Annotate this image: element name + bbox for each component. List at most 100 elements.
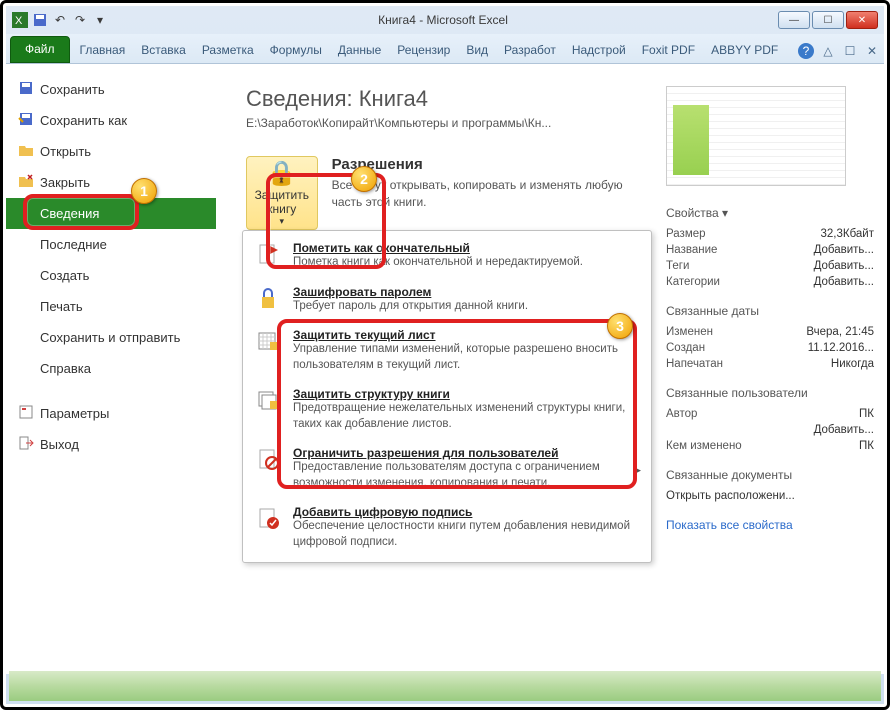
menu-protect-sheet-desc: Управление типами изменений, которые раз… bbox=[293, 342, 639, 373]
tab-home[interactable]: Главная bbox=[72, 38, 134, 63]
menu-mark-final-desc: Пометка книги как окончательной и нереда… bbox=[293, 255, 583, 271]
restrict-icon bbox=[255, 446, 283, 474]
prop-printed-val: Никогда bbox=[831, 358, 874, 370]
encrypt-icon bbox=[255, 285, 283, 313]
info-heading: Сведения: Книга4 bbox=[246, 86, 654, 112]
tab-data[interactable]: Данные bbox=[330, 38, 389, 63]
excel-app-icon: X bbox=[12, 12, 28, 28]
protect-workbook-button[interactable]: 🔒 Защитить книгу ▾ bbox=[246, 156, 318, 230]
ribbon-tabs: Файл Главная Вставка Разметка Формулы Да… bbox=[6, 34, 884, 64]
tab-abbyy[interactable]: ABBYY PDF bbox=[703, 38, 786, 63]
nav-exit[interactable]: Выход bbox=[6, 429, 216, 460]
menu-protect-sheet[interactable]: Защитить текущий листУправление типами и… bbox=[245, 322, 649, 381]
menu-protect-sheet-title: Защитить текущий лист bbox=[293, 328, 639, 342]
menu-mark-final[interactable]: Пометить как окончательныйПометка книги … bbox=[245, 235, 649, 279]
prop-modified-val: Вчера, 21:45 bbox=[806, 326, 874, 338]
close-button[interactable]: ✕ bbox=[846, 11, 878, 29]
menu-restrict-desc: Предоставление пользователям доступа с о… bbox=[293, 460, 639, 491]
nav-save-as[interactable]: Сохранить как bbox=[6, 105, 216, 136]
tab-view[interactable]: Вид bbox=[458, 38, 496, 63]
menu-signature-title: Добавить цифровую подпись bbox=[293, 505, 639, 519]
doc-close-icon[interactable]: ✕ bbox=[864, 43, 880, 59]
tab-formulas[interactable]: Формулы bbox=[262, 38, 330, 63]
tab-addins[interactable]: Надстрой bbox=[564, 38, 634, 63]
backstage-content: Сведения: Книга4 E:\Заработок\Копирайт\К… bbox=[216, 64, 884, 674]
nav-save[interactable]: Сохранить bbox=[6, 74, 216, 105]
nav-send[interactable]: Сохранить и отправить bbox=[6, 322, 216, 353]
prop-categories-add[interactable]: Добавить... bbox=[814, 276, 874, 288]
qat-redo-icon[interactable]: ↷ bbox=[72, 12, 88, 28]
prop-modified-key: Изменен bbox=[666, 326, 713, 338]
menu-restrict-title: Ограничить разрешения для пользователей bbox=[293, 446, 639, 460]
doc-restore-icon[interactable]: ☐ bbox=[842, 43, 858, 59]
prop-lastmod-key: Кем изменено bbox=[666, 440, 742, 452]
protect-button-label: Защитить книгу bbox=[247, 188, 317, 216]
save-icon bbox=[18, 80, 34, 96]
nav-close[interactable]: Закрыть bbox=[6, 167, 216, 198]
protect-dropdown-menu: Пометить как окончательныйПометка книги … bbox=[242, 230, 652, 563]
mark-final-icon bbox=[255, 241, 283, 269]
ribbon-minimize-icon[interactable]: △ bbox=[820, 43, 836, 59]
prop-categories-key: Категории bbox=[666, 276, 720, 288]
prop-printed-key: Напечатан bbox=[666, 358, 723, 370]
nav-info[interactable]: Сведения bbox=[6, 198, 216, 229]
qat-dropdown-icon[interactable]: ▾ bbox=[92, 12, 108, 28]
nav-recent[interactable]: Последние bbox=[6, 229, 216, 260]
related-docs-heading: Связанные документы bbox=[666, 468, 874, 482]
nav-print[interactable]: Печать bbox=[6, 291, 216, 322]
svg-text:X: X bbox=[15, 15, 23, 27]
nav-new[interactable]: Создать bbox=[6, 260, 216, 291]
tab-insert[interactable]: Вставка bbox=[133, 38, 194, 63]
nav-help[interactable]: Справка bbox=[6, 353, 216, 384]
tab-developer[interactable]: Разработ bbox=[496, 38, 564, 63]
permissions-description: Все могут открывать, копировать и изменя… bbox=[332, 177, 654, 211]
prop-tags-add[interactable]: Добавить... bbox=[814, 260, 874, 272]
nav-open[interactable]: Открыть bbox=[6, 136, 216, 167]
menu-mark-final-title: Пометить как окончательный bbox=[293, 241, 583, 255]
window-title: Книга4 - Microsoft Excel bbox=[108, 13, 778, 27]
signature-icon bbox=[255, 505, 283, 533]
open-location-link[interactable]: Открыть расположени... bbox=[666, 490, 795, 502]
quick-access-toolbar: X ↶ ↷ ▾ bbox=[12, 12, 108, 28]
menu-encrypt-title: Зашифровать паролем bbox=[293, 285, 528, 299]
save-as-icon bbox=[18, 111, 34, 127]
exit-icon bbox=[18, 435, 34, 451]
properties-panel: Свойства ▾ Размер32,3Кбайт НазваниеДобав… bbox=[654, 86, 874, 664]
open-icon bbox=[18, 142, 34, 158]
minimize-button[interactable]: — bbox=[778, 11, 810, 29]
protect-structure-icon bbox=[255, 387, 283, 415]
tab-foxit[interactable]: Foxit PDF bbox=[634, 38, 703, 63]
tab-file[interactable]: Файл bbox=[10, 36, 70, 63]
help-icon[interactable]: ? bbox=[798, 43, 814, 59]
prop-author-key: Автор bbox=[666, 408, 697, 420]
qat-save-icon[interactable] bbox=[32, 12, 48, 28]
tab-review[interactable]: Рецензир bbox=[389, 38, 458, 63]
tab-layout[interactable]: Разметка bbox=[194, 38, 262, 63]
maximize-button[interactable]: ☐ bbox=[812, 11, 844, 29]
backstage-view: Сохранить Сохранить как Открыть Закрыть … bbox=[6, 64, 884, 674]
bottom-accent-bar bbox=[9, 671, 881, 701]
prop-author-add[interactable]: Добавить... bbox=[814, 424, 874, 436]
menu-signature-desc: Обеспечение целостности книги путем доба… bbox=[293, 519, 639, 550]
options-icon bbox=[18, 404, 34, 420]
related-users-heading: Связанные пользователи bbox=[666, 386, 874, 400]
menu-encrypt-desc: Требует пароль для открытия данной книги… bbox=[293, 299, 528, 315]
prop-title-add[interactable]: Добавить... bbox=[814, 244, 874, 256]
menu-digital-signature[interactable]: Добавить цифровую подписьОбеспечение цел… bbox=[245, 499, 649, 558]
close-doc-icon bbox=[18, 173, 34, 189]
show-all-properties-link[interactable]: Показать все свойства bbox=[666, 518, 874, 532]
properties-heading[interactable]: Свойства ▾ bbox=[666, 206, 874, 220]
file-path: E:\Заработок\Копирайт\Компьютеры и прогр… bbox=[246, 116, 654, 130]
prop-created-val: 11.12.2016... bbox=[808, 342, 874, 354]
prop-created-key: Создан bbox=[666, 342, 705, 354]
protect-sheet-icon bbox=[255, 328, 283, 356]
menu-restrict-permissions[interactable]: Ограничить разрешения для пользователейП… bbox=[245, 440, 649, 499]
qat-undo-icon[interactable]: ↶ bbox=[52, 12, 68, 28]
lock-key-icon: 🔒 bbox=[267, 159, 297, 188]
prop-title-key: Название bbox=[666, 244, 717, 256]
nav-options[interactable]: Параметры bbox=[6, 398, 216, 429]
menu-encrypt[interactable]: Зашифровать паролемТребует пароль для от… bbox=[245, 279, 649, 323]
menu-protect-structure[interactable]: Защитить структуру книгиПредотвращение н… bbox=[245, 381, 649, 440]
menu-protect-structure-desc: Предотвращение нежелательных изменений с… bbox=[293, 401, 639, 432]
dropdown-arrow-icon: ▾ bbox=[280, 216, 285, 227]
